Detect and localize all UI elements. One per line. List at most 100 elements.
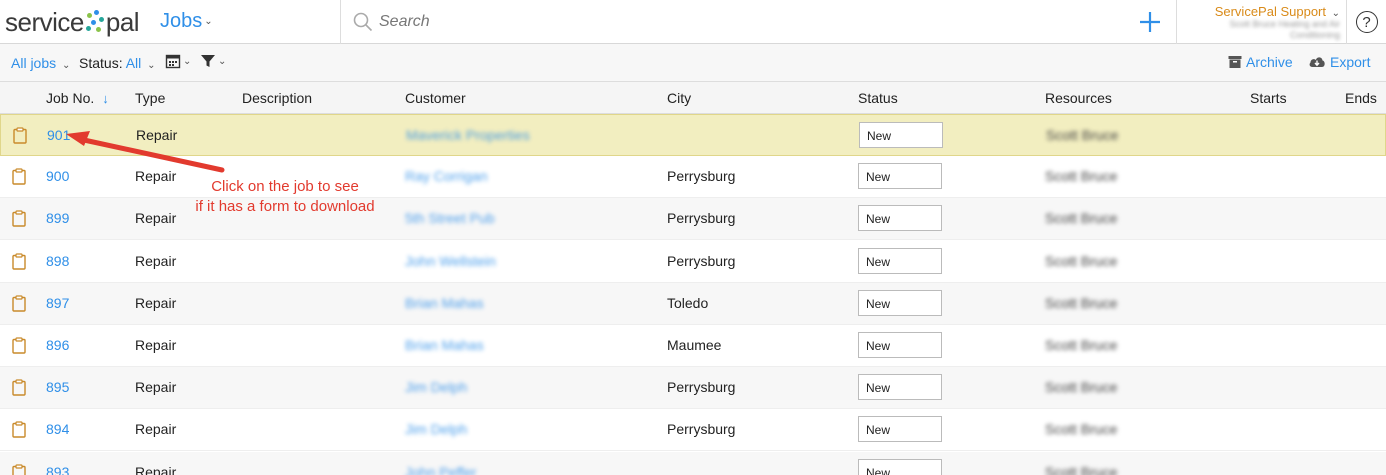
all-jobs-dropdown[interactable]: All jobs ⌄ (11, 55, 70, 71)
chevron-down-icon: ⌄ (147, 60, 156, 71)
status-dropdown[interactable]: New (858, 458, 942, 475)
job-city: Perrysburg (667, 421, 736, 438)
clipboard-icon (12, 295, 26, 312)
annotation-line-1: Click on the job to see (211, 178, 359, 195)
status-dropdown[interactable]: New (858, 289, 942, 316)
chevron-down-icon: ⌄ (204, 16, 213, 27)
status-dropdown[interactable]: New (858, 332, 942, 358)
account-name: ServicePal Support (1214, 4, 1326, 19)
customer-link[interactable]: Brian Mahas (405, 295, 484, 311)
calendar-icon (165, 54, 181, 69)
help-icon: ? (1355, 11, 1378, 33)
status-dropdown[interactable]: New (859, 122, 943, 148)
sort-descending-icon: ↓ (102, 91, 109, 106)
table-row[interactable]: 901 Repair Maverick Properties New Scott Bru… (0, 114, 1386, 156)
status-filter-value: All (125, 55, 142, 71)
advanced-filter-dropdown[interactable]: ⌄ (200, 53, 226, 69)
customer-link[interactable]: John Wellstein (405, 253, 496, 269)
job-type: Repair (135, 337, 177, 353)
job-resources: Scott Bruce (1045, 210, 1118, 227)
status-dropdown[interactable]: New (858, 374, 942, 401)
annotation-text: Click on the job to see if it has a form… (165, 177, 405, 217)
customer-link[interactable]: Jim Delph (405, 421, 467, 437)
plus-icon (1140, 12, 1160, 32)
column-header-job-no[interactable]: Job No. ↓ (46, 90, 109, 106)
table-row[interactable]: 895 Repair Jim Delph Perrysburg New Scott Bru… (0, 367, 1386, 410)
archive-label: Archive (1246, 54, 1293, 70)
column-header-ends[interactable]: Ends (1345, 90, 1377, 106)
date-filter-dropdown[interactable]: ⌄ (165, 53, 191, 69)
table-row[interactable]: 897 Repair Brian Mahas Toledo New Scott Bruce (0, 282, 1386, 325)
chevron-down-icon: ⌄ (218, 55, 227, 67)
chevron-down-icon: ⌄ (1331, 8, 1340, 19)
table-row[interactable]: 898 Repair John Wellstein Perrysburg New Scot… (0, 241, 1386, 283)
job-type: Repair (135, 294, 177, 311)
job-resources: Scott Bruce (1045, 168, 1118, 185)
job-number-link[interactable]: 899 (46, 210, 69, 226)
job-number-link[interactable]: 897 (46, 295, 69, 311)
job-city: Perrysburg (667, 210, 736, 227)
status-dropdown[interactable]: New (858, 416, 942, 443)
column-label: Job No. (46, 90, 95, 106)
logo-text-left: service (5, 6, 84, 37)
job-type: Repair (136, 127, 178, 143)
clipboard-icon (12, 252, 26, 270)
job-number-link[interactable]: 900 (46, 168, 69, 184)
customer-link[interactable]: Jim Delph (405, 379, 467, 395)
table-row[interactable]: 894 Repair Jim Delph Perrysburg New Scott Bru… (0, 409, 1386, 452)
archive-button[interactable]: Archive (1228, 54, 1293, 70)
clipboard-icon (12, 168, 26, 185)
annotation-line-2: if it has a form to download (195, 198, 375, 215)
servicepal-logo[interactable]: service pal (5, 4, 140, 40)
help-button[interactable]: ? (1346, 0, 1386, 44)
job-resources: Scott Bruce (1045, 463, 1118, 475)
customer-link[interactable]: Brian Mahas (405, 337, 484, 353)
job-number-link[interactable]: 895 (46, 379, 69, 395)
add-job-button[interactable] (1134, 4, 1166, 40)
status-filter-dropdown[interactable]: Status: All ⌄ (79, 55, 156, 71)
cloud-download-icon (1309, 57, 1325, 67)
all-jobs-label: All jobs (11, 55, 57, 71)
column-header-status[interactable]: Status (858, 90, 898, 106)
column-header-starts[interactable]: Starts (1250, 90, 1287, 106)
funnel-icon (201, 55, 215, 67)
column-header-type[interactable]: Type (135, 90, 165, 106)
archive-box-icon (1228, 56, 1242, 68)
status-dropdown[interactable]: New (858, 163, 942, 190)
customer-link[interactable]: Ray Corrigan (405, 168, 487, 184)
table-header: Job No. ↓ Type Description Customer City … (0, 82, 1386, 114)
logo-text-right: pal (105, 6, 140, 37)
app-switcher-jobs[interactable]: Jobs ⌄ (160, 10, 213, 33)
job-number-link[interactable]: 896 (46, 337, 69, 353)
search-input[interactable] (379, 13, 979, 31)
job-city: Perrysburg (667, 252, 736, 269)
job-number-link[interactable]: 893 (46, 464, 69, 475)
clipboard-icon (12, 337, 26, 354)
clipboard-icon (13, 127, 27, 144)
column-header-city[interactable]: City (667, 90, 691, 106)
column-header-customer[interactable]: Customer (405, 90, 466, 106)
customer-link[interactable]: John Peffer (405, 464, 476, 475)
account-menu[interactable]: ServicePal Support ⌄ Scott Bruce Heating… (1176, 0, 1346, 44)
job-resources: Scott Bruce (1045, 337, 1118, 353)
app-name: Jobs (160, 10, 203, 32)
customer-link[interactable]: Maverick Properties (406, 127, 530, 143)
clipboard-icon (12, 379, 26, 396)
job-number-link[interactable]: 901 (47, 127, 70, 143)
column-header-resources[interactable]: Resources (1045, 90, 1112, 106)
job-number-link[interactable]: 894 (46, 421, 69, 437)
export-button[interactable]: Export (1308, 54, 1370, 70)
job-resources: Scott Bruce (1045, 421, 1118, 438)
job-number-link[interactable]: 898 (46, 253, 69, 269)
job-city: Perrysburg (667, 168, 736, 185)
status-dropdown[interactable]: New (858, 205, 942, 232)
status-dropdown[interactable]: New (858, 247, 942, 274)
column-header-description[interactable]: Description (242, 90, 312, 106)
job-type: Repair (135, 421, 177, 438)
table-row[interactable]: 893 Repair John Peffer New Scott Bruce (0, 451, 1386, 475)
customer-link[interactable]: 5th Street Pub (405, 210, 495, 226)
export-label: Export (1330, 54, 1371, 70)
search-bar (340, 0, 1120, 44)
table-row[interactable]: 896 Repair Brian Mahas Maumee New Scott Bruce (0, 325, 1386, 367)
job-resources: Scott Bruce (1046, 127, 1119, 143)
